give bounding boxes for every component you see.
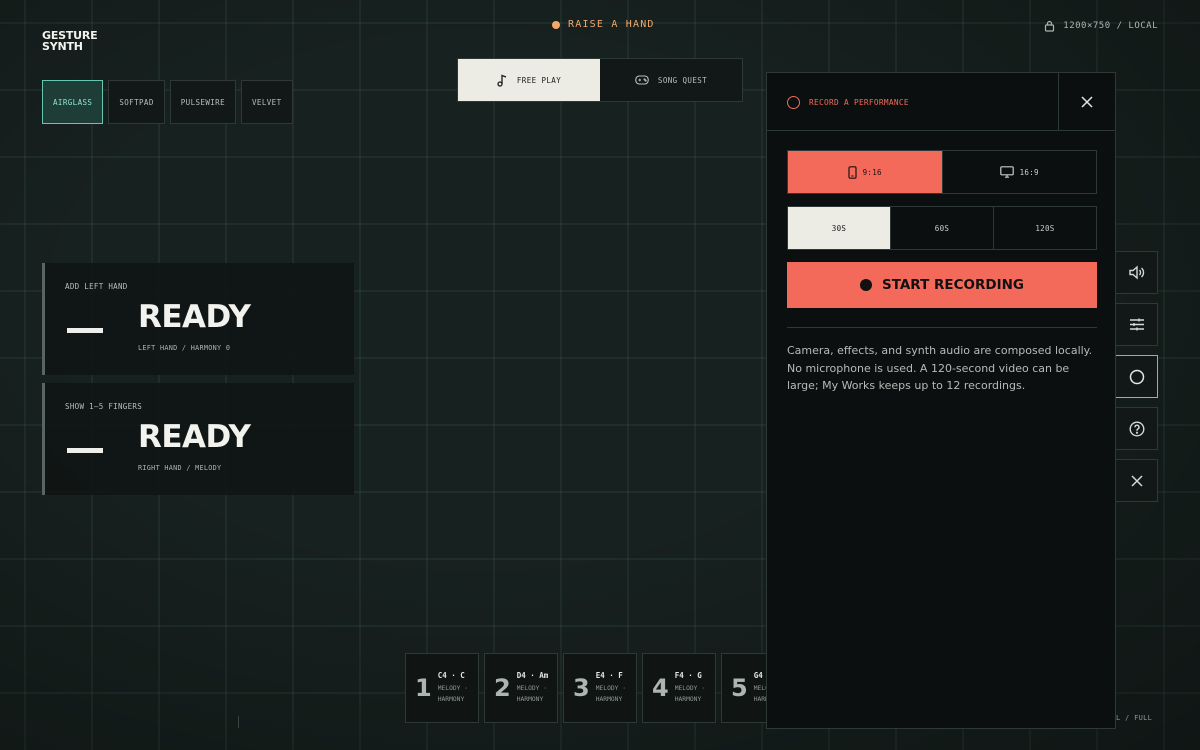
note-chord: E4 · F bbox=[595, 671, 623, 680]
aspect-16-9-button[interactable]: 16:9 bbox=[941, 151, 1096, 193]
left-hand-state: READY bbox=[138, 299, 251, 335]
record-panel-title: RECORD A PERFORMANCE bbox=[809, 98, 909, 107]
duration-selector: 30S 60S 120S bbox=[787, 206, 1097, 250]
app-logo: GESTURE SYNTH bbox=[42, 30, 98, 52]
tab-free-play-label: FREE PLAY bbox=[516, 75, 562, 85]
preset-softpad[interactable]: SOFTPAD bbox=[108, 80, 165, 124]
record-dot-icon bbox=[859, 279, 872, 291]
right-hand-subtitle: RIGHT HAND / MELODY bbox=[138, 464, 222, 472]
side-toolbar bbox=[1115, 251, 1158, 502]
aspect-9-16-button[interactable]: 9:16 bbox=[788, 151, 942, 193]
mode-switch: FREE PLAY SONG QUEST bbox=[457, 58, 743, 102]
aspect-16-9-label: 16:9 bbox=[1019, 167, 1039, 177]
start-recording-label: START RECORDING bbox=[881, 277, 1025, 293]
phone-icon bbox=[848, 165, 857, 179]
tab-free-play[interactable]: FREE PLAY bbox=[458, 59, 600, 101]
duration-60s-button[interactable]: 60S bbox=[890, 207, 993, 249]
volume-icon bbox=[1129, 265, 1145, 280]
start-recording-button[interactable]: START RECORDING bbox=[787, 262, 1097, 308]
record-button[interactable] bbox=[1115, 355, 1158, 398]
tab-song-quest-label: SONG QUEST bbox=[657, 75, 708, 85]
note-number: 5 bbox=[731, 674, 748, 702]
footer-divider bbox=[238, 716, 239, 728]
note-number: 4 bbox=[652, 674, 669, 702]
panel-divider bbox=[787, 327, 1097, 328]
close-panel-button[interactable] bbox=[1058, 73, 1115, 130]
music-note-icon bbox=[497, 74, 507, 87]
record-ring-icon bbox=[787, 96, 800, 109]
note-role: MELODY · HARMONY bbox=[595, 685, 627, 703]
close-icon bbox=[1081, 95, 1093, 108]
resolution-label: 1200×750 / LOCAL bbox=[1063, 21, 1158, 31]
right-hand-card: SHOW 1–5 FINGERS READY RIGHT HAND / MELO… bbox=[42, 383, 354, 495]
close-icon bbox=[1130, 474, 1143, 487]
help-icon bbox=[1128, 420, 1145, 437]
left-hand-subtitle: LEFT HAND / HARMONY 0 bbox=[138, 344, 231, 352]
right-hand-count-dash bbox=[67, 448, 103, 453]
aspect-ratio-selector: 9:16 16:9 bbox=[787, 150, 1097, 194]
note-chord: D4 · Am bbox=[516, 671, 549, 680]
help-button[interactable] bbox=[1115, 407, 1158, 450]
note-slot-1: 1 C4 · C MELODY · HARMONY bbox=[405, 653, 479, 723]
resolution-indicator: 1200×750 / LOCAL bbox=[1044, 20, 1158, 32]
mixer-settings-button[interactable] bbox=[1115, 303, 1158, 346]
hand-status: RAISE A HAND bbox=[552, 19, 655, 30]
note-role: MELODY · HARMONY bbox=[437, 685, 469, 703]
record-panel: RECORD A PERFORMANCE 9:16 16:9 30S 60S 1… bbox=[766, 72, 1116, 729]
left-hand-count-dash bbox=[67, 328, 103, 333]
recording-description: Camera, effects, and synth audio are com… bbox=[787, 344, 1093, 392]
lock-icon bbox=[1045, 20, 1055, 32]
left-hand-hint: ADD LEFT HAND bbox=[65, 282, 128, 291]
record-panel-header: RECORD A PERFORMANCE bbox=[767, 73, 1115, 131]
preset-velvet[interactable]: VELVET bbox=[241, 80, 293, 124]
note-number: 1 bbox=[415, 674, 432, 702]
status-label: RAISE A HAND bbox=[568, 19, 655, 30]
duration-120s-button[interactable]: 120S bbox=[993, 207, 1096, 249]
sound-preset-list: AIRGLASS SOFTPAD PULSEWIRE VELVET bbox=[42, 80, 293, 124]
duration-30s-button[interactable]: 30S bbox=[788, 207, 890, 249]
note-slot-2: 2 D4 · Am MELODY · HARMONY bbox=[484, 653, 558, 723]
note-role: MELODY · HARMONY bbox=[674, 685, 706, 703]
note-number: 2 bbox=[494, 674, 511, 702]
note-slot-3: 3 E4 · F MELODY · HARMONY bbox=[563, 653, 637, 723]
record-icon bbox=[1129, 369, 1144, 384]
aspect-9-16-label: 9:16 bbox=[862, 167, 882, 177]
sliders-icon bbox=[1129, 318, 1144, 331]
volume-button[interactable] bbox=[1115, 251, 1158, 294]
note-number: 3 bbox=[573, 674, 590, 702]
note-role: MELODY · HARMONY bbox=[516, 685, 548, 703]
note-chord: C4 · C bbox=[437, 671, 465, 680]
left-hand-card: ADD LEFT HAND READY LEFT HAND / HARMONY … bbox=[42, 263, 354, 375]
logo-line-2: SYNTH bbox=[42, 40, 83, 53]
tab-song-quest[interactable]: SONG QUEST bbox=[600, 59, 742, 101]
note-chord: F4 · G bbox=[674, 671, 702, 680]
gamepad-icon bbox=[635, 75, 649, 85]
note-slot-4: 4 F4 · G MELODY · HARMONY bbox=[642, 653, 716, 723]
right-hand-hint: SHOW 1–5 FINGERS bbox=[65, 402, 143, 411]
exit-button[interactable] bbox=[1115, 459, 1158, 502]
monitor-icon bbox=[999, 166, 1014, 178]
right-hand-state: READY bbox=[138, 419, 251, 455]
preset-airglass[interactable]: AIRGLASS bbox=[42, 80, 104, 124]
preset-pulsewire[interactable]: PULSEWIRE bbox=[169, 80, 236, 124]
finger-note-map: 1 C4 · C MELODY · HARMONY 2 D4 · Am MELO… bbox=[405, 653, 795, 723]
status-dot-icon bbox=[552, 20, 560, 29]
